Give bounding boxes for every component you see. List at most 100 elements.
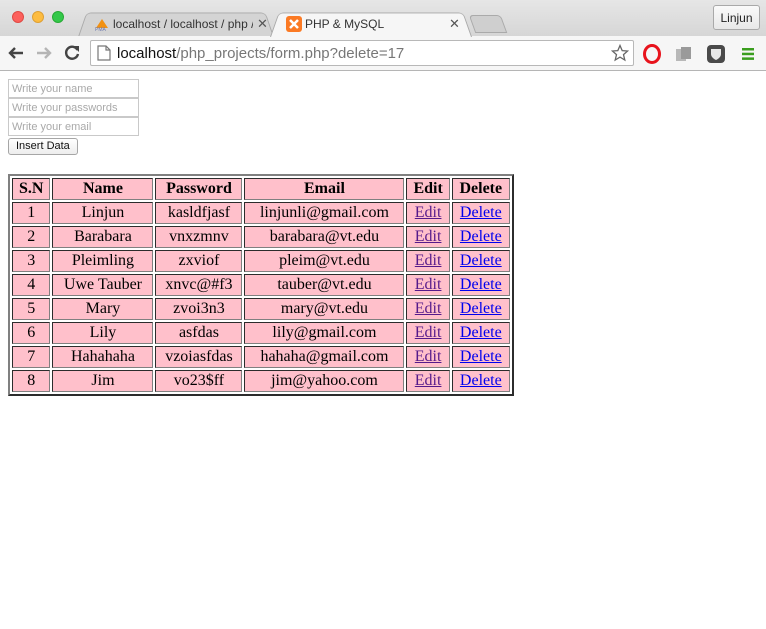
sn-cell: 1: [12, 202, 51, 224]
sn-cell: 4: [12, 274, 51, 296]
back-arrow-icon: [8, 47, 23, 59]
users-table: S.N Name Password Email Edit Delete 1 Lin…: [8, 174, 514, 396]
delete-link[interactable]: Delete: [460, 276, 502, 293]
email-cell: linjunli@gmail.com: [244, 202, 405, 224]
forward-arrow-icon: [37, 47, 52, 59]
browser-toolbar: localhost/php_projects/form.php?delete=1…: [0, 36, 766, 71]
delete-link[interactable]: Delete: [460, 300, 502, 317]
edit-link[interactable]: Edit: [415, 324, 442, 341]
email-cell: jim@yahoo.com: [244, 370, 405, 392]
edit-link[interactable]: Edit: [415, 372, 442, 389]
email-cell: mary@vt.edu: [244, 298, 405, 320]
reload-icon: [64, 45, 80, 60]
sn-cell: 6: [12, 322, 51, 344]
table-row: 6 Lily asfdas lily@gmail.com Edit Delete: [12, 322, 510, 344]
sn-cell: 2: [12, 226, 51, 248]
password-cell: xnvc@#f3: [155, 274, 243, 296]
email-input[interactable]: [8, 117, 139, 136]
name-input[interactable]: [8, 79, 139, 98]
delete-cell: Delete: [451, 322, 510, 344]
close-tab-icon[interactable]: ✕: [449, 16, 460, 32]
svg-text:PMA: PMA: [95, 27, 107, 32]
minimize-window-button[interactable]: [32, 11, 44, 23]
opera-extension-icon[interactable]: [642, 44, 662, 64]
url-path: /php_projects/form.php?delete=17: [176, 44, 405, 62]
maximize-window-button[interactable]: [52, 11, 64, 23]
close-tab-icon[interactable]: ✕: [257, 16, 268, 32]
edit-link[interactable]: Edit: [415, 300, 442, 317]
table-row: 1 Linjun kasldfjasf linjunli@gmail.com Edit D…: [12, 202, 510, 224]
bookmark-star-icon[interactable]: [611, 44, 629, 62]
email-cell: tauber@vt.edu: [244, 274, 405, 296]
edit-cell: Edit: [406, 202, 450, 224]
name-cell: Jim: [52, 370, 154, 392]
cube-extension-icon[interactable]: [674, 44, 694, 64]
shield-extension-icon[interactable]: [706, 44, 726, 64]
delete-link[interactable]: Delete: [460, 204, 502, 221]
close-window-button[interactable]: [12, 11, 24, 23]
edit-cell: Edit: [406, 250, 450, 272]
name-cell: Hahahaha: [52, 346, 154, 368]
header-sn: S.N: [12, 178, 51, 200]
email-cell: pleim@vt.edu: [244, 250, 405, 272]
table-row: 5 Mary zvoi3n3 mary@vt.edu Edit Delete: [12, 298, 510, 320]
delete-cell: Delete: [451, 298, 510, 320]
delete-cell: Delete: [451, 202, 510, 224]
url-host: localhost: [117, 44, 177, 62]
tab-phpmyadmin[interactable]: PMA localhost / localhost / php / ✕: [78, 10, 274, 38]
address-bar[interactable]: localhost/php_projects/form.php?delete=1…: [90, 40, 634, 66]
delete-link[interactable]: Delete: [460, 252, 502, 269]
reload-button[interactable]: [61, 42, 83, 64]
profile-button[interactable]: Linjun: [713, 5, 760, 30]
delete-cell: Delete: [451, 346, 510, 368]
delete-link[interactable]: Delete: [460, 372, 502, 389]
email-cell: barabara@vt.edu: [244, 226, 405, 248]
name-cell: Pleimling: [52, 250, 154, 272]
name-cell: Uwe Tauber: [52, 274, 154, 296]
table-row: 3 Pleimling zxviof pleim@vt.edu Edit Delete: [12, 250, 510, 272]
edit-link[interactable]: Edit: [415, 276, 442, 293]
insert-form: Insert Data: [8, 79, 139, 155]
phpmyadmin-icon: PMA: [95, 18, 108, 32]
edit-link[interactable]: Edit: [415, 252, 442, 269]
sn-cell: 3: [12, 250, 51, 272]
insert-data-button[interactable]: Insert Data: [8, 137, 78, 155]
password-input[interactable]: [8, 98, 139, 117]
forward-button[interactable]: [33, 42, 55, 64]
table-row: 7 Hahahaha vzoiasfdas hahaha@gmail.com Edit D…: [12, 346, 510, 368]
menu-hamburger-icon[interactable]: [738, 44, 758, 64]
edit-cell: Edit: [406, 346, 450, 368]
edit-cell: Edit: [406, 298, 450, 320]
password-cell: kasldfjasf: [155, 202, 243, 224]
delete-link[interactable]: Delete: [460, 228, 502, 245]
tab-php-mysql[interactable]: PHP & MySQL ✕: [270, 10, 472, 38]
back-button[interactable]: [5, 42, 27, 64]
delete-cell: Delete: [451, 370, 510, 392]
delete-link[interactable]: Delete: [460, 324, 502, 341]
password-cell: vo23$ff: [155, 370, 243, 392]
sn-cell: 8: [12, 370, 51, 392]
delete-cell: Delete: [451, 250, 510, 272]
table-row: 2 Barabara vnxzmnv barabara@vt.edu Edit Delet…: [12, 226, 510, 248]
name-cell: Lily: [52, 322, 154, 344]
delete-link[interactable]: Delete: [460, 348, 502, 365]
header-name: Name: [52, 178, 154, 200]
name-cell: Linjun: [52, 202, 154, 224]
password-cell: vzoiasfdas: [155, 346, 243, 368]
edit-link[interactable]: Edit: [415, 348, 442, 365]
page-icon: [97, 45, 111, 61]
new-tab-button[interactable]: [468, 15, 508, 33]
name-cell: Barabara: [52, 226, 154, 248]
header-password: Password: [155, 178, 243, 200]
edit-link[interactable]: Edit: [415, 204, 442, 221]
delete-cell: Delete: [451, 274, 510, 296]
table-header-row: S.N Name Password Email Edit Delete: [12, 178, 510, 200]
browser-titlebar: PMA localhost / localhost / php / ✕ PHP …: [0, 0, 766, 38]
email-cell: lily@gmail.com: [244, 322, 405, 344]
password-cell: zxviof: [155, 250, 243, 272]
edit-link[interactable]: Edit: [415, 228, 442, 245]
password-cell: vnxzmnv: [155, 226, 243, 248]
password-cell: zvoi3n3: [155, 298, 243, 320]
header-email: Email: [244, 178, 405, 200]
password-cell: asfdas: [155, 322, 243, 344]
